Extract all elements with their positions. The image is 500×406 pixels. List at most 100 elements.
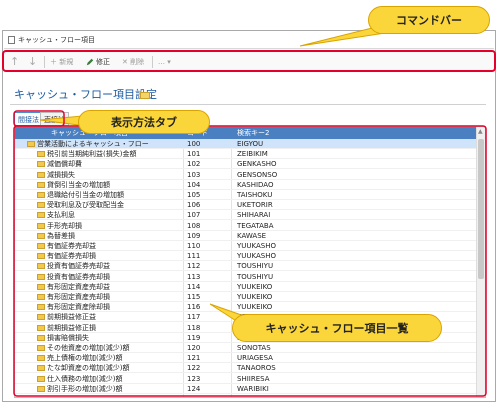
item-name-text: 為替差損 — [47, 231, 75, 240]
table-row[interactable]: 投資有価証券売却損 113 TOUSHIYU — [15, 272, 477, 282]
cell-item-name: 支払利息 — [37, 210, 185, 220]
cell-item-name: 投資有価証券売却損 — [37, 272, 185, 282]
cell-item-name: 有形固定資産除却損 — [37, 302, 185, 312]
document-tab[interactable]: キャッシュ・フロー項目設定 — [4, 33, 100, 58]
column-header-search-key[interactable]: 検索キー2 — [237, 127, 269, 139]
toolbar-separator — [152, 56, 153, 68]
table-row[interactable]: 仕入債務の増加(減少)額 123 SHIIRESA — [15, 374, 477, 384]
delete-button-label: 削除 — [130, 58, 145, 66]
folder-icon — [37, 294, 45, 300]
scroll-up-icon[interactable]: ▲ — [478, 128, 483, 135]
cell-code: 101 — [187, 150, 201, 159]
cell-item-name: 割引手形の増加(減少)額 — [37, 384, 185, 394]
table-row[interactable]: 受取利息及び受取配当金 106 UKETORIR — [15, 200, 477, 211]
cell-search-key: TEGATABA — [237, 221, 274, 230]
cell-code: 106 — [187, 201, 201, 210]
cell-item-name: 前期損益修正益 — [37, 312, 185, 322]
delete-button[interactable]: ✕ 削除 — [122, 55, 144, 69]
cell-item-name: 減価償却費 — [37, 159, 185, 169]
cell-item-name: 売上債権の増加(減少)額 — [37, 353, 185, 363]
cell-item-name: 有価証券売却損 — [37, 251, 185, 261]
table-row[interactable]: 貸倒引当金の増加額 104 KASHIDAO — [15, 180, 477, 190]
table-row[interactable]: 売上債権の増加(減少)額 121 URIAGESA — [15, 353, 477, 364]
table-row[interactable]: 投資有価証券売却益 112 TOUSHIYU — [15, 261, 477, 272]
new-button[interactable]: ＋ 新規 — [50, 55, 73, 69]
item-name-text: 前期損益修正益 — [47, 313, 96, 322]
vertical-scrollbar[interactable]: ▲ — [476, 127, 485, 397]
table-row[interactable]: 減損損失 103 GENSONSO — [15, 170, 477, 180]
item-name-text: 有価証券売却益 — [47, 242, 96, 250]
table-row[interactable]: 有形固定資産売却損 115 YUUKEIKO — [15, 292, 477, 302]
folder-icon — [37, 202, 45, 209]
cell-search-key: KAWASE — [237, 231, 267, 240]
cell-search-key: YUUKASHO — [237, 242, 276, 250]
move-up-icon[interactable]: ↑ — [10, 55, 19, 69]
tab-indirect-method[interactable]: 間接法 — [14, 112, 43, 126]
table-row[interactable]: 手形売却損 108 TEGATABA — [15, 221, 477, 231]
cell-code: 105 — [187, 191, 201, 199]
item-name-text: 貸倒引当金の増加額 — [47, 180, 110, 189]
folder-icon — [37, 375, 45, 382]
cell-code: 122 — [187, 364, 201, 373]
cell-search-key: EIGYOU — [237, 140, 264, 148]
cell-search-key: TANAOROS — [237, 364, 276, 373]
table-row[interactable]: 有価証券売却損 111 YUUKASHO — [15, 251, 477, 262]
cell-item-name: 投資有価証券売却益 — [37, 261, 185, 271]
edit-button[interactable]: 修正 — [86, 55, 110, 69]
cell-code: 103 — [187, 170, 201, 179]
item-name-text: 割引手形の増加(減少)額 — [47, 384, 123, 393]
move-down-icon[interactable]: ↓ — [28, 55, 37, 69]
table-row[interactable]: 有価証券売却益 110 YUUKASHO — [15, 241, 477, 251]
table-row[interactable]: 割引手形の増加(減少)額 124 WARIBIKI — [15, 384, 477, 394]
item-name-text: 有価証券売却損 — [47, 252, 96, 261]
cell-search-key: WARIBIKI — [237, 384, 269, 393]
document-icon — [8, 36, 15, 44]
toolbar-separator — [44, 56, 45, 68]
scrollbar-thumb[interactable] — [478, 139, 484, 279]
cell-code: 102 — [187, 160, 201, 169]
folder-icon — [37, 334, 45, 341]
table-row[interactable]: ▲営業活動によるキャッシュ・フロー 100 EIGYOU — [15, 139, 477, 149]
cell-code: 112 — [187, 262, 201, 271]
table-row[interactable]: たな卸資産の増加(減少)額 122 TANAOROS — [15, 363, 477, 374]
more-menu-button[interactable]: … ▾ — [158, 55, 171, 69]
cell-search-key: UKETORIR — [237, 201, 273, 210]
cash-flow-item-grid: キャッシュ・フロー項目 コード 検索キー2 ▲営業活動によるキャッシュ・フロー1… — [14, 126, 486, 398]
folder-icon — [37, 355, 45, 362]
table-row[interactable]: 減価償却費 102 GENKASHO — [15, 159, 477, 170]
cell-search-key: KASHIDAO — [237, 180, 274, 189]
item-name-text: 損害賠償損失 — [47, 333, 89, 342]
cell-search-key: GENSONSO — [237, 170, 278, 179]
table-row[interactable]: 為替差損 109 KAWASE — [15, 231, 477, 241]
table-row[interactable]: 税引前当期純利益(損失)金額 101 ZEIBIKIM — [15, 149, 477, 160]
folder-icon — [37, 222, 45, 229]
folder-icon — [37, 304, 45, 311]
table-row[interactable]: 有形固定資産売却益 114 YUUKEIKO — [15, 282, 477, 292]
folder-icon — [37, 171, 45, 178]
cell-code: 121 — [187, 354, 201, 363]
cell-code: 111 — [187, 252, 201, 261]
item-name-text: 税引前当期純利益(損失)金額 — [47, 150, 137, 159]
cell-search-key: TAISHOKU — [237, 191, 273, 199]
folder-icon — [37, 243, 45, 249]
table-row[interactable]: 退職給付引当金の増加額 105 TAISHOKU — [15, 190, 477, 200]
view-tab-callout: 表示方法タブ — [78, 110, 210, 134]
item-name-text: 有形固定資産売却損 — [47, 293, 110, 301]
cell-item-name: ▲営業活動によるキャッシュ・フロー — [27, 139, 175, 149]
item-name-text: 有形固定資産除却損 — [47, 303, 110, 312]
command-bar-callout: コマンドバー — [368, 6, 490, 34]
table-row[interactable]: 支払利息 107 SHIHARAI — [15, 210, 477, 221]
folder-icon — [37, 324, 45, 331]
cell-code: 123 — [187, 374, 201, 383]
cell-code: 114 — [187, 282, 201, 291]
item-list-callout: キャッシュ・フロー項目一覧 — [232, 314, 442, 342]
cell-item-name: 退職給付引当金の増加額 — [37, 190, 185, 200]
cell-code: 116 — [187, 303, 201, 312]
more-label: … — [158, 58, 165, 66]
cell-search-key: SONOTAS — [237, 344, 271, 352]
cell-item-name: 有形固定資産売却益 — [37, 282, 185, 292]
table-row[interactable]: 有形固定資産除却損 116 YUUKEIKO — [15, 302, 477, 313]
item-name-text: たな卸資産の増加(減少)額 — [47, 364, 130, 373]
tab-direct-method[interactable]: 直接法 — [40, 112, 69, 126]
table-row[interactable]: その他資産の増加(減少)額 120 SONOTAS — [15, 343, 477, 353]
